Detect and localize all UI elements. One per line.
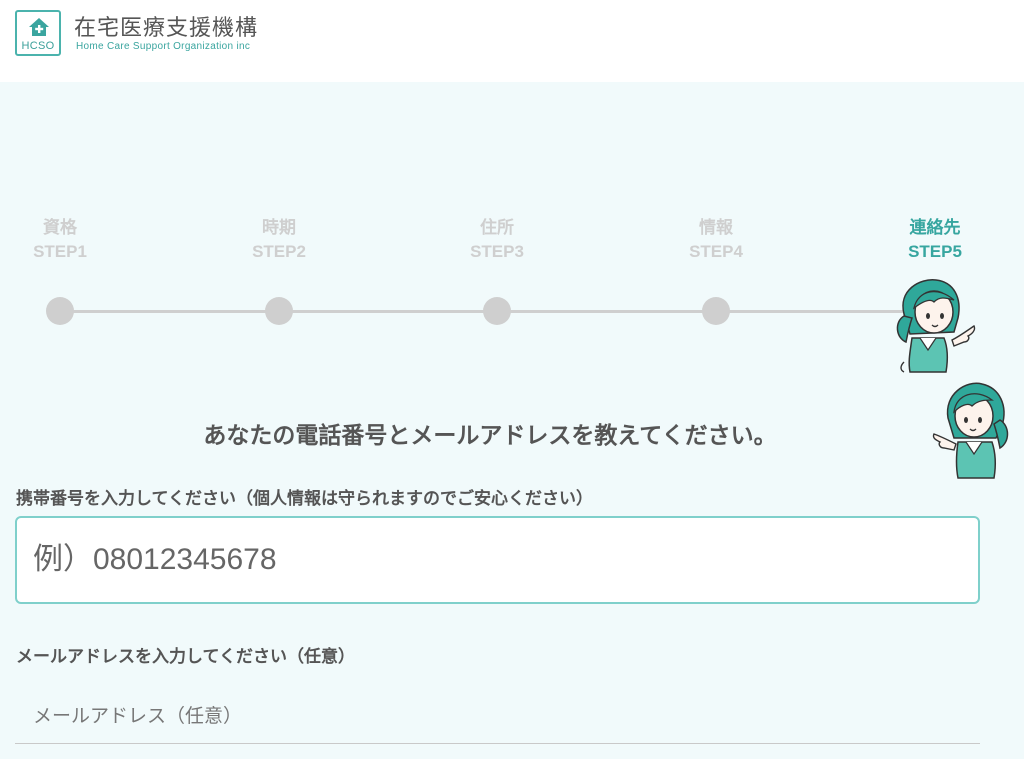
step-number: STEP2 — [252, 242, 306, 261]
email-input[interactable] — [15, 688, 980, 744]
house-cross-icon — [29, 18, 49, 36]
organization-subtitle: Home Care Support Organization inc — [76, 41, 251, 52]
step-dot — [483, 297, 511, 325]
site-header: HCSO 在宅医療支援機構 Home Care Support Organiza… — [0, 0, 1024, 82]
step-1: 資格 STEP1 — [0, 215, 120, 325]
step-dot — [265, 297, 293, 325]
form-question: あなたの電話番号とメールアドレスを教えてください。 — [203, 423, 777, 449]
step-number: STEP5 — [908, 242, 962, 261]
step-name: 情報 — [699, 218, 733, 238]
step-dot — [702, 297, 730, 325]
logo-badge[interactable]: HCSO — [15, 10, 61, 56]
step-number: STEP4 — [689, 242, 743, 261]
step-3: 住所 STEP3 — [437, 215, 557, 325]
step-4: 情報 STEP4 — [656, 215, 776, 325]
email-field-label: メールアドレスを入力してください（任意） — [16, 647, 355, 667]
step-name: 資格 — [43, 218, 77, 238]
step-name: 連絡先 — [909, 218, 961, 238]
phone-input[interactable] — [15, 516, 980, 604]
organization-name[interactable]: 在宅医療支援機構 — [74, 10, 258, 42]
step-progress: 資格 STEP1 時期 STEP2 住所 STEP3 情報 STEP4 連絡先 … — [0, 215, 1024, 335]
step-name: 時期 — [262, 218, 296, 238]
phone-field-label: 携帯番号を入力してください（個人情報は守られますのでご安心ください） — [16, 489, 593, 509]
step-2: 時期 STEP2 — [219, 215, 339, 325]
step-number: STEP3 — [470, 242, 524, 261]
nurse-illustration — [896, 279, 976, 373]
step-name: 住所 — [480, 218, 514, 238]
step-dot — [46, 297, 74, 325]
step-5: 連絡先 STEP5 — [875, 215, 995, 263]
step-number: STEP1 — [33, 242, 87, 261]
logo-abbr: HCSO — [21, 40, 55, 52]
